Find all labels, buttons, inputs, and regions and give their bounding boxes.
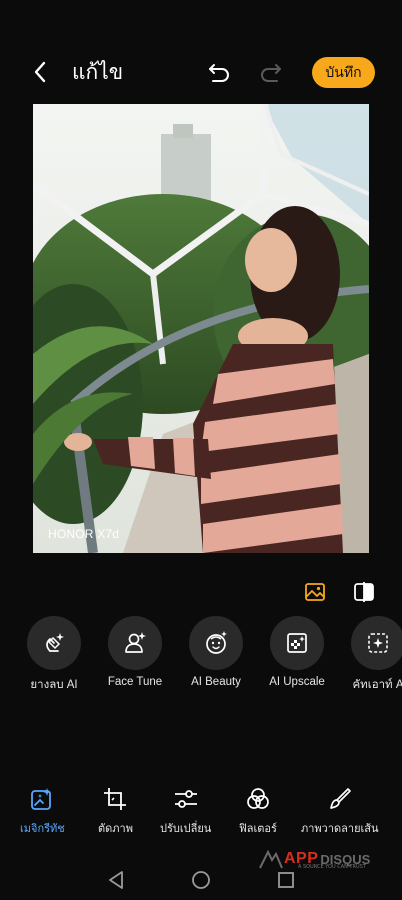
adjust-icon: [174, 790, 197, 808]
ai-beauty-icon: [206, 631, 227, 654]
crop-icon: [104, 788, 127, 810]
tool-ai-eraser[interactable]: ยางลบ AI: [14, 616, 94, 694]
redo-icon: [261, 64, 281, 82]
triangle-back-icon: [109, 871, 123, 889]
system-home-button[interactable]: [189, 868, 213, 892]
tool-ai-beauty[interactable]: AI Beauty: [176, 616, 256, 688]
tab-crop[interactable]: ตัดภาพ: [98, 786, 133, 837]
tool-face-tune[interactable]: Face Tune: [95, 616, 175, 688]
tab-line-drawing[interactable]: ภาพวาดลายเส้น: [301, 786, 379, 837]
compare-button[interactable]: [352, 580, 376, 604]
filter-icon: [247, 788, 269, 809]
tool-label: AI Upscale: [269, 676, 325, 688]
tab-label: เมจิกรีทัช: [20, 822, 65, 835]
back-button[interactable]: [28, 58, 52, 86]
chevron-left-icon: [34, 61, 46, 83]
tool-ai-beauty-circle: [189, 616, 243, 670]
photo-editor-screen: แก้ไข บันทึก HONOR X7d ยางลบ AI Face Tun…: [0, 0, 402, 900]
redo-button[interactable]: [257, 58, 285, 86]
tab-filter-icon-wrap: [245, 786, 271, 812]
tool-face-tune-circle: [108, 616, 162, 670]
system-back-button[interactable]: [104, 868, 128, 892]
tab-magic-retouch-icon-wrap: [29, 786, 55, 812]
tab-magic-retouch[interactable]: เมจิกรีทัช: [20, 786, 65, 837]
ai-cutout-icon: [368, 633, 388, 653]
page-title: แก้ไข: [72, 60, 124, 84]
tool-label: ยางลบ AI: [30, 679, 78, 691]
tool-label: คัทเอาท์ A: [352, 679, 402, 691]
undo-icon: [209, 64, 229, 82]
save-button[interactable]: บันทึก: [312, 57, 375, 88]
editor-tab-bar: เมจิกรีทัช ตัดภาพ ปรับเปลี่ยน ฟิลเตอร์ ภ…: [0, 786, 402, 836]
magic-retouch-icon: [31, 788, 52, 810]
tab-crop-icon-wrap: [102, 786, 128, 812]
ai-eraser-icon: [46, 633, 64, 652]
tab-label: ฟิลเตอร์: [239, 822, 277, 835]
tab-adjust-icon-wrap: [173, 786, 199, 812]
tool-label: AI Beauty: [191, 676, 241, 688]
system-recents-button[interactable]: [274, 868, 298, 892]
tool-ai-upscale-circle: [270, 616, 324, 670]
camera-watermark: HONOR X7d: [48, 527, 120, 541]
tool-ai-eraser-circle: [27, 616, 81, 670]
face-tune-icon: [125, 632, 146, 653]
image-icon: [305, 583, 325, 601]
square-recents-icon: [278, 872, 294, 888]
brush-icon: [329, 788, 351, 809]
system-navigation-bar: [0, 862, 402, 896]
tool-ai-cutout[interactable]: คัทเอาท์ A: [338, 616, 402, 694]
undo-button[interactable]: [205, 58, 233, 86]
tab-label: ปรับเปลี่ยน: [160, 822, 212, 835]
tab-line-drawing-icon-wrap: [327, 786, 353, 812]
tab-filter[interactable]: ฟิลเตอร์: [239, 786, 277, 837]
tab-adjust[interactable]: ปรับเปลี่ยน: [160, 786, 211, 837]
portrait-photo: [33, 104, 369, 553]
circle-home-icon: [192, 871, 210, 889]
tool-label: Face Tune: [107, 676, 163, 688]
editor-header: แก้ไข บันทึก: [0, 50, 402, 94]
photo-preview[interactable]: HONOR X7d: [33, 104, 369, 553]
tab-label: ตัดภาพ: [98, 822, 133, 835]
tab-label: ภาพวาดลายเส้น: [301, 822, 379, 835]
tool-ai-cutout-circle: [351, 616, 402, 670]
ai-tools-row: ยางลบ AI Face Tune AI Beauty AI Upscale …: [0, 616, 402, 696]
compare-icon: [354, 582, 374, 602]
gallery-view-button[interactable]: [303, 580, 327, 604]
tool-ai-upscale[interactable]: AI Upscale: [257, 616, 337, 688]
ai-upscale-icon: [287, 633, 307, 653]
